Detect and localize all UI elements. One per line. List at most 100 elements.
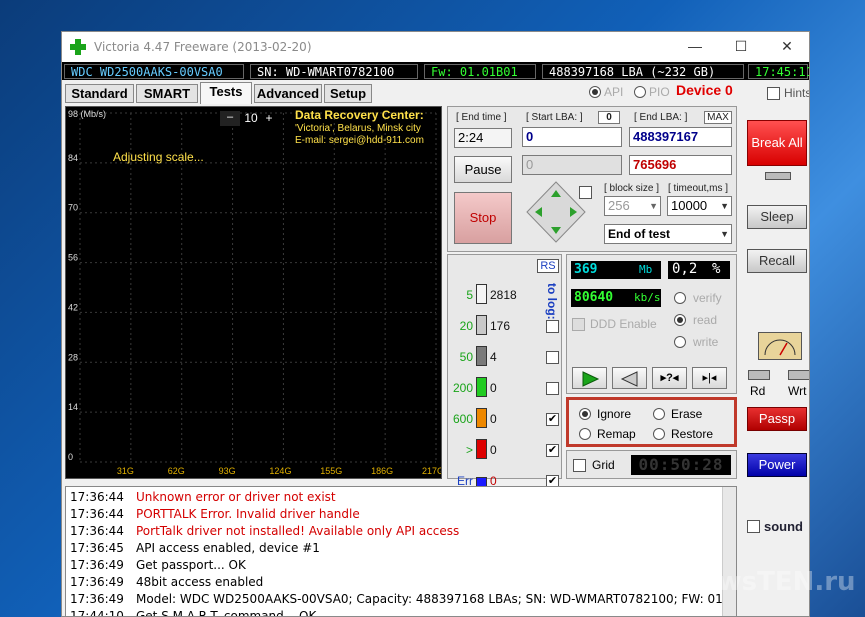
y-tick-label: 98 (Mb/s): [68, 109, 106, 119]
drive-capacity: 488397168 LBA (~232 GB): [542, 64, 744, 79]
to-log-checkbox[interactable]: [546, 382, 559, 395]
recall-button[interactable]: Recall: [747, 249, 807, 273]
x-tick-label: 217G: [422, 466, 441, 476]
tab-tests[interactable]: Tests: [200, 82, 252, 104]
api-label: API: [604, 85, 624, 99]
stats-panel: 369 Mb 0,2 % 80640 kb/s DDD Enable verif…: [566, 254, 737, 394]
remap-radio[interactable]: [579, 428, 591, 440]
log-message: Get S.M.A.R.T. command... OK: [136, 609, 317, 617]
end-lba-label: [ End LBA: ]: [634, 112, 688, 123]
tab-setup[interactable]: Setup: [324, 84, 372, 103]
tab-smart[interactable]: SMART: [136, 84, 198, 103]
y-tick-label: 56: [68, 253, 78, 263]
grid-panel: Grid 00:50:28: [566, 450, 737, 479]
sound-label: sound: [764, 519, 803, 534]
log-time: 17:36:44: [70, 490, 124, 504]
break-all-button[interactable]: Break All: [747, 120, 807, 166]
play-button[interactable]: [572, 367, 607, 389]
block-row: 50 4: [448, 345, 560, 369]
wrt-label: Wrt: [788, 384, 807, 398]
tab-advanced[interactable]: Advanced: [254, 84, 322, 103]
victoria-window: Victoria 4.47 Freeware (2013-02-20) — ☐ …: [61, 31, 810, 617]
error-action-group: Ignore Erase Remap Restore: [566, 397, 737, 447]
maximize-button[interactable]: ☐: [718, 32, 764, 62]
passp-button[interactable]: Passp: [747, 407, 807, 431]
y-tick-label: 28: [68, 352, 78, 362]
block-size-label: [ block size ]: [604, 183, 660, 194]
direction-checkbox[interactable]: [579, 186, 592, 199]
end-time-field[interactable]: 2:24: [454, 128, 512, 148]
log-time: 17:36:44: [70, 524, 124, 538]
x-tick-label: 124G: [269, 466, 291, 476]
erase-radio[interactable]: [653, 408, 665, 420]
event-log[interactable]: 17:36:44 Unknown error or driver not exis…: [65, 486, 737, 617]
api-radio[interactable]: [589, 86, 601, 98]
to-log-checkbox[interactable]: ✔: [546, 444, 559, 457]
minimize-button[interactable]: —: [672, 32, 718, 62]
to-log-checkbox[interactable]: [546, 351, 559, 364]
y-tick-label: 84: [68, 153, 78, 163]
log-message: API access enabled, device #1: [136, 541, 320, 555]
percent-value: 0,2: [672, 261, 698, 277]
pio-radio[interactable]: [634, 86, 646, 98]
power-button[interactable]: Power: [747, 453, 807, 477]
gauge-icon: [764, 339, 796, 356]
back-button[interactable]: [612, 367, 647, 389]
x-tick-label: 62G: [168, 466, 185, 476]
timer-display: 00:50:28: [631, 455, 731, 475]
y-tick-label: 70: [68, 203, 78, 213]
wrt-indicator: [788, 370, 809, 380]
start-lba-zero-button[interactable]: 0: [598, 111, 620, 124]
close-button[interactable]: ✕: [764, 32, 809, 62]
end-of-test-select[interactable]: End of test ▼: [604, 224, 732, 244]
pause-button[interactable]: Pause: [454, 156, 512, 183]
drc-email[interactable]: E-mail: sergei@hdd-911.com: [295, 135, 424, 146]
stop-button[interactable]: Stop: [454, 192, 512, 244]
sleep-button[interactable]: Sleep: [747, 205, 807, 229]
title-bar: Victoria 4.47 Freeware (2013-02-20) — ☐ …: [62, 32, 809, 62]
start-lba-field[interactable]: 0: [522, 127, 622, 147]
verify-radio[interactable]: [674, 292, 686, 304]
hints-checkbox[interactable]: [767, 87, 780, 100]
scale-minus-button[interactable]: –: [220, 111, 240, 126]
scale-value: 10: [244, 111, 258, 125]
write-radio[interactable]: [674, 336, 686, 348]
x-tick-label: 155G: [320, 466, 342, 476]
rs-button[interactable]: RS: [537, 259, 559, 273]
timeout-select[interactable]: 10000 ▼: [667, 196, 732, 216]
end-button[interactable]: ▸|◂: [692, 367, 727, 389]
ignore-label: Ignore: [597, 407, 632, 421]
current-lba-end-field: 765696: [629, 155, 732, 175]
x-tick-label: 93G: [219, 466, 236, 476]
end-of-test-value: End of test: [608, 227, 670, 241]
to-log-checkbox[interactable]: ✔: [546, 413, 559, 426]
block-row-count: 0: [490, 412, 497, 426]
scale-plus-button[interactable]: +: [262, 111, 276, 126]
drive-serial: SN: WD-WMART0782100: [250, 64, 418, 79]
ddd-enable-checkbox[interactable]: [572, 318, 585, 331]
y-tick-label: 14: [68, 402, 78, 412]
end-lba-max-button[interactable]: MAX: [704, 111, 732, 124]
ignore-radio[interactable]: [579, 408, 591, 420]
direction-pad-icon[interactable]: [525, 180, 587, 244]
drive-firmware: Fw: 01.01B01: [424, 64, 536, 79]
restore-radio[interactable]: [653, 428, 665, 440]
end-lba-field[interactable]: 488397167: [629, 127, 732, 147]
block-size-select[interactable]: 256 ▼: [604, 196, 661, 216]
block-row: 600 0 ✔: [448, 407, 560, 431]
log-scrollbar[interactable]: [722, 487, 736, 616]
back-icon: [620, 371, 637, 387]
block-row: 20 176: [448, 314, 560, 338]
grid-label: Grid: [592, 458, 615, 472]
window-title: Victoria 4.47 Freeware (2013-02-20): [94, 40, 312, 54]
log-time: 17:36:49: [70, 592, 124, 606]
sound-checkbox[interactable]: [747, 520, 760, 533]
start-lba-label: [ Start LBA: ]: [526, 112, 583, 123]
grid-checkbox[interactable]: [573, 459, 586, 472]
tab-standard[interactable]: Standard: [65, 84, 134, 103]
to-log-checkbox[interactable]: [546, 320, 559, 333]
read-radio[interactable]: [674, 314, 686, 326]
skip-query-button[interactable]: ▸?◂: [652, 367, 687, 389]
verify-label: verify: [693, 291, 722, 305]
block-row-label: 50: [459, 350, 473, 364]
